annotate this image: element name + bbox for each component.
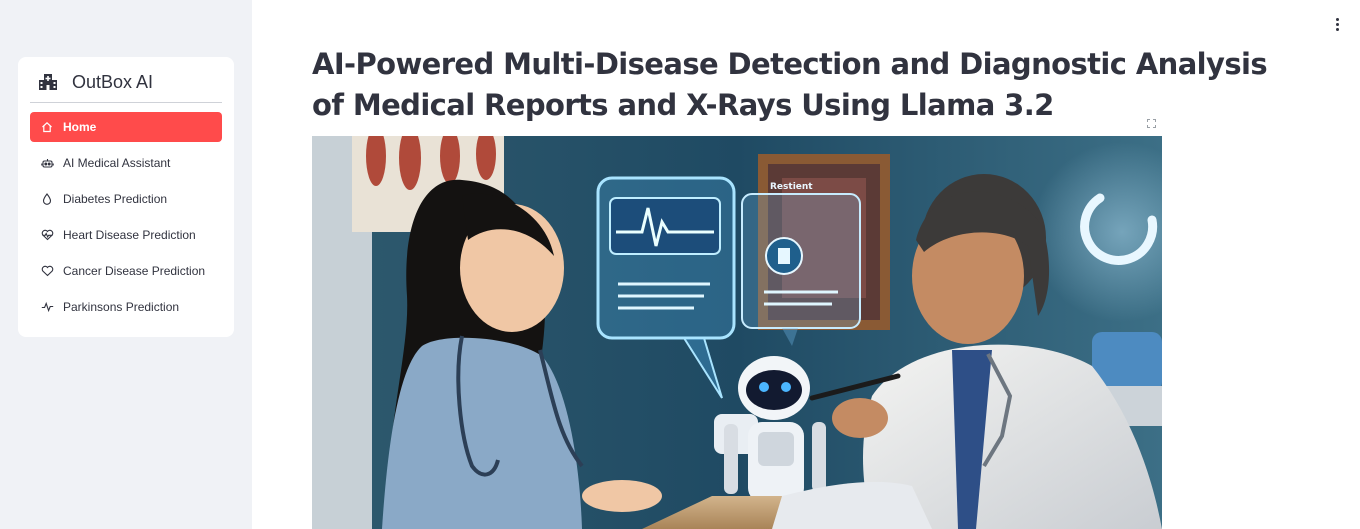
droplet-icon — [40, 192, 54, 206]
hologram-title-text: Restient — [770, 182, 813, 192]
nav-item-cancer-disease-prediction[interactable]: Cancer Disease Prediction — [30, 256, 222, 286]
fullscreen-expand-button[interactable] — [1142, 115, 1160, 131]
nav-item-label: Diabetes Prediction — [63, 192, 168, 206]
option-menu: OutBox AI Home AI Medical Assistant Diab… — [18, 57, 234, 337]
nav-item-parkinsons-prediction[interactable]: Parkinsons Prediction — [30, 292, 222, 322]
nav-item-label: AI Medical Assistant — [63, 156, 171, 170]
nav-item-diabetes-prediction[interactable]: Diabetes Prediction — [30, 184, 222, 214]
nav-item-label: Parkinsons Prediction — [63, 300, 180, 314]
page-title: AI-Powered Multi-Disease Detection and D… — [312, 47, 1268, 122]
hologram-patient-card: Restient — [741, 182, 861, 346]
brand-header: OutBox AI — [38, 70, 153, 94]
hospital-icon — [38, 72, 58, 92]
heart-pulse-icon — [40, 228, 54, 242]
nav-item-heart-disease-prediction[interactable]: Heart Disease Prediction — [30, 220, 222, 250]
nav-item-label: Cancer Disease Prediction — [63, 264, 206, 278]
nav-item-home[interactable]: Home — [30, 112, 222, 142]
brand-name: OutBox AI — [72, 71, 154, 92]
nav-item-label: Heart Disease Prediction — [63, 228, 196, 242]
main-menu-button[interactable] — [1330, 14, 1344, 34]
brand-divider — [30, 102, 222, 103]
kebab-dot — [1335, 17, 1339, 21]
activity-icon — [40, 300, 54, 314]
house-icon — [40, 120, 54, 134]
hero-image: Restient — [312, 136, 1162, 529]
sidebar: OutBox AI Home AI Medical Assistant Diab… — [0, 0, 252, 529]
heart-icon — [40, 264, 54, 278]
nav-item-label: Home — [63, 120, 97, 134]
nav-item-ai-medical-assistant[interactable]: AI Medical Assistant — [30, 148, 222, 178]
kebab-dot — [1335, 27, 1339, 31]
expand-icon — [1146, 118, 1156, 128]
kebab-dot — [1335, 22, 1339, 26]
robot-icon — [40, 156, 54, 170]
